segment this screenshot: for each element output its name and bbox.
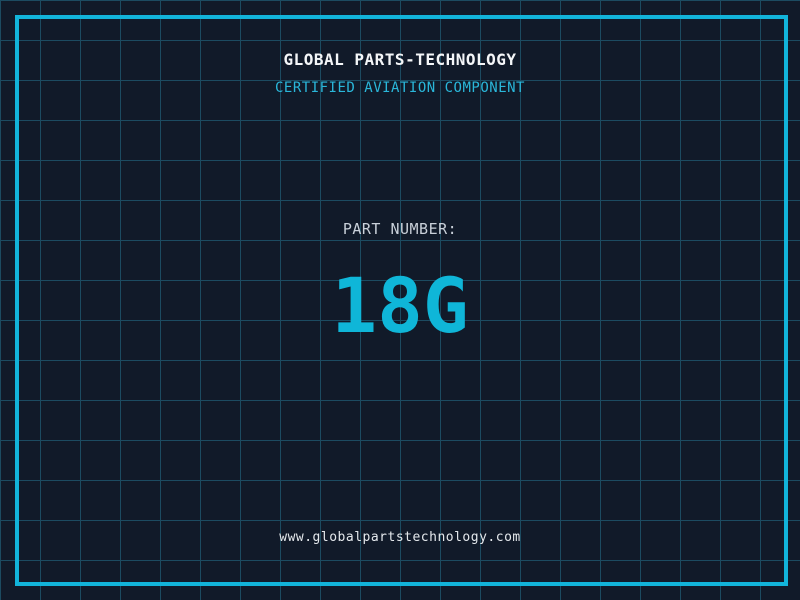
website-url: www.globalpartstechnology.com [279,530,521,545]
part-number-value: 18G [331,261,469,350]
certificate-label: GLOBAL PARTS-TECHNOLOGY CERTIFIED AVIATI… [0,0,800,600]
part-number-label: PART NUMBER: [342,220,458,238]
certification-subtitle: CERTIFIED AVIATION COMPONENT [274,80,525,96]
company-title: GLOBAL PARTS-TECHNOLOGY [283,50,517,69]
